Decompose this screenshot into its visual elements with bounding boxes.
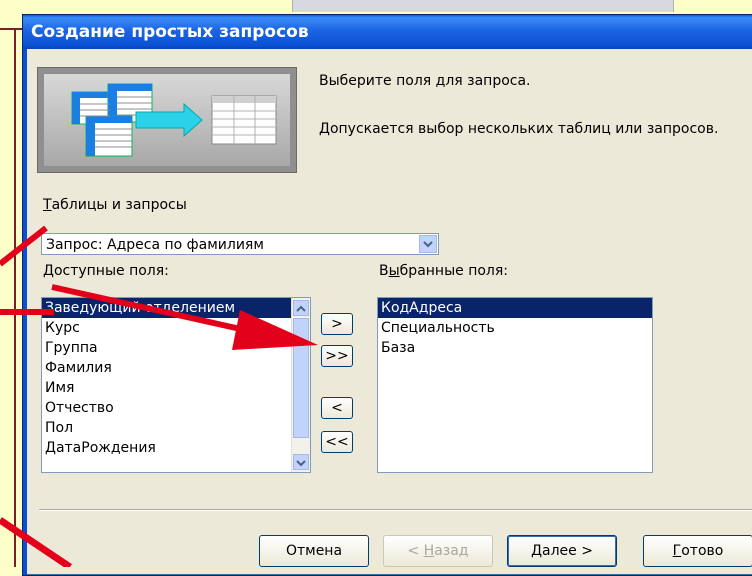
list-item[interactable]: Имя [42, 378, 310, 398]
selected-fields-label: Выбранные поля: [379, 263, 509, 279]
selected-fields-list[interactable]: КодАдреса Специальность База [377, 297, 653, 473]
background-slide-strip [292, 0, 674, 12]
instruction-choose-fields: Выберите поля для запроса. [319, 73, 531, 89]
footer-divider [39, 509, 752, 511]
add-field-button[interactable]: > [321, 313, 353, 335]
chevron-down-icon[interactable] [419, 235, 437, 253]
list-item[interactable]: База [378, 338, 652, 358]
list-item[interactable]: Курс [42, 318, 310, 338]
list-item[interactable]: Заведующий отделением [42, 298, 310, 318]
tables-queries-combobox[interactable]: Запрос: Адреса по фамилиям [41, 233, 439, 255]
scroll-up-icon[interactable] [293, 300, 309, 316]
wizard-illustration [37, 67, 297, 173]
list-item[interactable]: Отчество [42, 398, 310, 418]
finish-button[interactable]: Готово [643, 535, 752, 567]
window-frame-left [23, 49, 27, 575]
cancel-button[interactable]: Отмена [259, 535, 369, 567]
available-fields-scrollbar[interactable] [291, 298, 310, 472]
remove-all-fields-button[interactable]: << [321, 431, 353, 453]
list-item[interactable]: Группа [42, 338, 310, 358]
list-item[interactable]: Фамилия [42, 358, 310, 378]
slide-decor-line [0, 28, 22, 30]
remove-field-button[interactable]: < [321, 397, 353, 419]
list-item[interactable]: Специальность [378, 318, 652, 338]
slide-decor-vline [14, 28, 16, 567]
scroll-thumb[interactable] [293, 318, 309, 438]
available-fields-label: Доступные поля: [43, 263, 169, 279]
tables-to-query-icon [71, 83, 277, 157]
list-item[interactable]: Пол [42, 418, 310, 438]
add-all-fields-button[interactable]: >> [321, 345, 353, 367]
tables-queries-selected: Запрос: Адреса по фамилиям [46, 237, 264, 253]
list-item[interactable]: КодАдреса [378, 298, 652, 318]
list-item[interactable]: ДатаРождения [42, 438, 310, 458]
instruction-multiple-tables: Допускается выбор нескольких таблиц или … [319, 121, 719, 137]
window-title[interactable]: Создание простых запросов [23, 15, 752, 49]
simple-query-wizard-window: Создание простых запросов Выберите поля … [22, 14, 752, 576]
scroll-down-icon[interactable] [293, 454, 309, 470]
next-button[interactable]: Далее > [507, 535, 617, 567]
back-button[interactable]: < Назад [383, 535, 493, 567]
available-fields-list[interactable]: Заведующий отделением Курс Группа Фамили… [41, 297, 311, 473]
tables-queries-label: Таблицы и запросы [43, 197, 187, 213]
